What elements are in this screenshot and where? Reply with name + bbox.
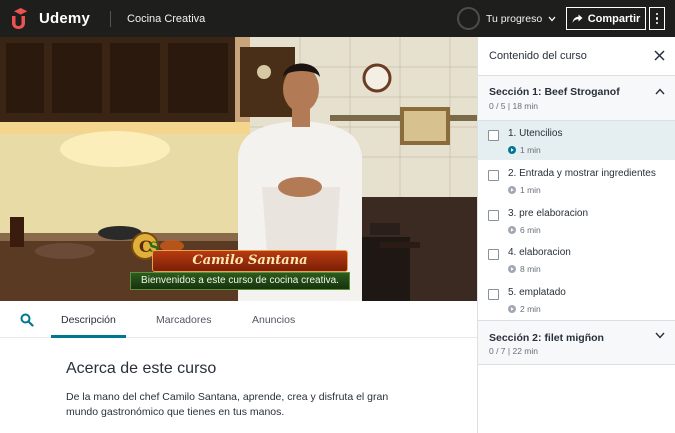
lesson-duration: 6 min bbox=[508, 225, 541, 235]
chevron-down-icon bbox=[655, 332, 665, 339]
lesson-duration: 1 min bbox=[508, 145, 541, 155]
lesson-duration-text: 6 min bbox=[520, 225, 541, 235]
about-course-heading: Acerca de este curso bbox=[66, 360, 217, 377]
instructor-name-banner: Camilo Santana bbox=[152, 250, 348, 272]
header-divider bbox=[110, 10, 112, 27]
lesson-item[interactable]: 4. elaboracion 8 min bbox=[478, 240, 675, 279]
tab-descripcion[interactable]: Descripción bbox=[61, 314, 116, 326]
lesson-title: 2. Entrada y mostrar ingredientes bbox=[508, 168, 656, 179]
lesson-item[interactable]: 5. emplatado 2 min bbox=[478, 280, 675, 319]
play-circle-icon bbox=[508, 186, 516, 194]
progress-ring-icon bbox=[457, 7, 480, 30]
lesson-item[interactable]: 3. pre elaboracion 6 min bbox=[478, 201, 675, 240]
search-icon[interactable] bbox=[20, 313, 34, 327]
lesson-item[interactable]: 2. Entrada y mostrar ingredientes 1 min bbox=[478, 161, 675, 200]
chevron-up-icon bbox=[655, 88, 665, 95]
chevron-down-icon bbox=[548, 16, 556, 21]
dot-icon bbox=[655, 17, 659, 20]
lesson-checkbox[interactable] bbox=[488, 289, 499, 300]
lesson-checkbox[interactable] bbox=[488, 210, 499, 221]
lesson-title: 5. emplatado bbox=[508, 287, 566, 298]
lesson-duration: 8 min bbox=[508, 264, 541, 274]
brand-name: Udemy bbox=[39, 10, 91, 27]
udemy-logo-icon bbox=[12, 7, 28, 29]
content-tabs: Descripción Marcadores Anuncios bbox=[0, 301, 477, 338]
active-tab-indicator bbox=[51, 335, 126, 338]
lesson-item[interactable]: 1. Utencilios 1 min bbox=[478, 121, 675, 160]
section-meta: 0 / 7 | 22 min bbox=[489, 346, 538, 356]
lesson-title: 1. Utencilios bbox=[508, 128, 563, 139]
share-button[interactable]: Compartir bbox=[566, 7, 646, 30]
progress-dropdown[interactable]: Tu progreso bbox=[457, 7, 556, 30]
lesson-duration: 1 min bbox=[508, 185, 541, 195]
sidebar-header: Contenido del curso bbox=[478, 37, 675, 76]
lesson-duration-text: 1 min bbox=[520, 145, 541, 155]
section-title: Sección 1: Beef Stroganof bbox=[489, 86, 620, 98]
more-options-button[interactable] bbox=[649, 7, 665, 30]
lesson-title: 4. elaboracion bbox=[508, 247, 571, 258]
progress-label: Tu progreso bbox=[486, 12, 543, 25]
section-meta: 0 / 5 | 18 min bbox=[489, 101, 538, 111]
play-circle-icon bbox=[508, 305, 516, 313]
lesson-checkbox[interactable] bbox=[488, 170, 499, 181]
dot-icon bbox=[655, 12, 659, 16]
tab-marcadores[interactable]: Marcadores bbox=[156, 314, 211, 326]
lesson-checkbox[interactable] bbox=[488, 130, 499, 141]
play-circle-icon bbox=[508, 226, 516, 234]
tab-anuncios[interactable]: Anuncios bbox=[252, 314, 295, 326]
top-bar: Udemy Cocina Creativa Tu progreso Compar… bbox=[0, 0, 675, 37]
lesson-duration: 2 min bbox=[508, 304, 541, 314]
section-1-header[interactable]: Sección 1: Beef Stroganof 0 / 5 | 18 min bbox=[478, 76, 675, 121]
lesson-duration-text: 8 min bbox=[520, 264, 541, 274]
share-label: Compartir bbox=[587, 12, 641, 25]
section-title: Sección 2: filet migñon bbox=[489, 332, 604, 344]
udemy-logo[interactable]: Udemy bbox=[8, 0, 90, 37]
lesson-title: 3. pre elaboracion bbox=[508, 208, 589, 219]
share-icon bbox=[572, 14, 583, 23]
section-2-header[interactable]: Sección 2: filet migñon 0 / 7 | 22 min bbox=[478, 320, 675, 365]
sidebar-title: Contenido del curso bbox=[489, 50, 587, 62]
dot-icon bbox=[655, 21, 659, 25]
about-course-text: De la mano del chef Camilo Santana, apre… bbox=[66, 391, 389, 418]
play-circle-icon bbox=[508, 265, 516, 273]
video-subtitle: Bienvenidos a este curso de cocina creat… bbox=[130, 272, 350, 290]
lesson-duration-text: 2 min bbox=[520, 304, 541, 314]
play-circle-icon bbox=[508, 146, 516, 154]
course-title[interactable]: Cocina Creativa bbox=[127, 13, 205, 25]
lesson-checkbox[interactable] bbox=[488, 249, 499, 260]
video-player[interactable]: C S Camilo Santana Bienvenidos a este cu… bbox=[0, 37, 477, 301]
close-icon[interactable] bbox=[654, 50, 665, 61]
lesson-duration-text: 1 min bbox=[520, 185, 541, 195]
course-content-sidebar: Contenido del curso Sección 1: Beef Stro… bbox=[477, 37, 675, 433]
